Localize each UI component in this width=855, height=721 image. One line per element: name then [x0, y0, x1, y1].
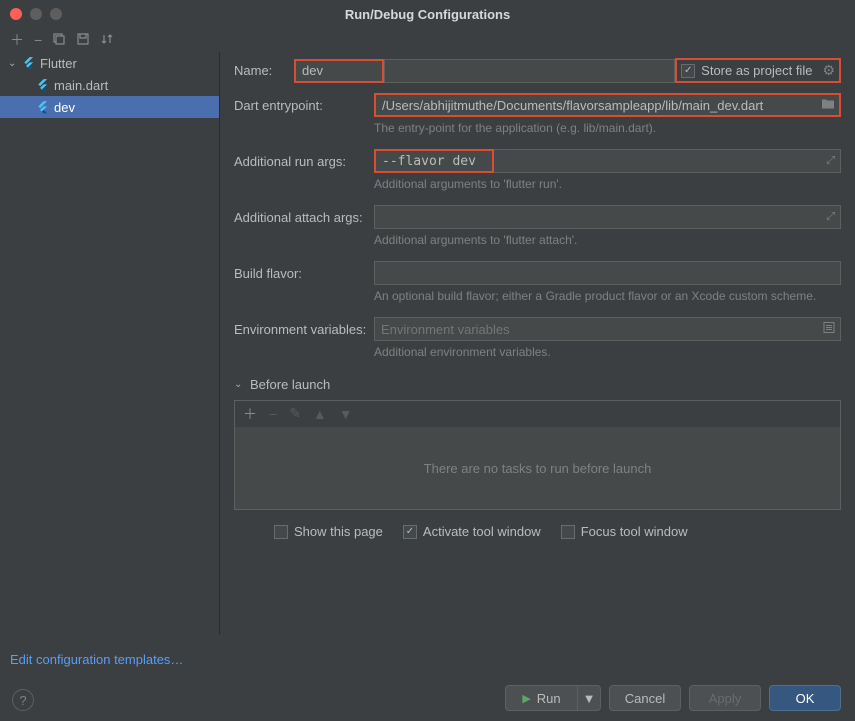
before-launch-empty: There are no tasks to run before launch — [235, 427, 840, 509]
name-input-ext[interactable] — [384, 59, 675, 83]
cancel-button[interactable]: Cancel — [609, 685, 681, 711]
tree-item-label: main.dart — [54, 78, 108, 93]
run-args-label: Additional run args: — [234, 154, 374, 169]
down-icon[interactable]: ▼ — [339, 406, 353, 422]
run-args-input[interactable] — [374, 149, 494, 173]
entrypoint-label: Dart entrypoint: — [234, 98, 374, 113]
save-icon[interactable] — [76, 32, 90, 49]
store-project-checkbox[interactable] — [681, 64, 695, 78]
env-label: Environment variables: — [234, 322, 374, 337]
focus-window-option[interactable]: Focus tool window — [561, 524, 688, 539]
config-form: Name: Store as project file ⚙ Dart entry… — [220, 52, 855, 635]
up-icon[interactable]: ▲ — [313, 406, 327, 422]
attach-args-hint: Additional arguments to 'flutter attach'… — [374, 233, 841, 247]
entrypoint-input[interactable] — [374, 93, 841, 117]
show-page-label: Show this page — [294, 524, 383, 539]
tree-root-label: Flutter — [40, 56, 77, 71]
chevron-down-icon: ⌄ — [234, 379, 244, 390]
chevron-down-icon: ⌄ — [8, 58, 18, 69]
config-toolbar: ＋ − — [0, 28, 855, 52]
show-page-option[interactable]: Show this page — [274, 524, 383, 539]
attach-args-input[interactable] — [374, 205, 841, 229]
build-flavor-hint: An optional build flavor; either a Gradl… — [374, 289, 841, 303]
run-dropdown[interactable]: ▼ — [577, 685, 601, 711]
config-tree: ⌄ Flutter main.dart dev — [0, 52, 220, 635]
activate-window-option[interactable]: Activate tool window — [403, 524, 541, 539]
flutter-icon — [22, 56, 36, 70]
ok-button[interactable]: OK — [769, 685, 841, 711]
show-page-checkbox[interactable] — [274, 525, 288, 539]
run-args-hint: Additional arguments to 'flutter run'. — [374, 177, 841, 191]
edit-icon[interactable]: ✎ — [289, 405, 301, 422]
flutter-icon — [36, 100, 50, 114]
remove-icon[interactable]: − — [34, 32, 42, 48]
name-input[interactable] — [294, 59, 384, 83]
copy-icon[interactable] — [52, 32, 66, 49]
store-project-label: Store as project file — [701, 63, 812, 78]
add-icon[interactable]: ＋ — [10, 30, 24, 50]
flutter-icon — [36, 78, 50, 92]
add-icon[interactable]: ＋ — [243, 404, 257, 424]
focus-window-checkbox[interactable] — [561, 525, 575, 539]
tree-item-main[interactable]: main.dart — [0, 74, 219, 96]
help-icon[interactable]: ? — [12, 689, 34, 711]
options-row: Show this page Activate tool window Focu… — [234, 524, 841, 539]
focus-window-label: Focus tool window — [581, 524, 688, 539]
before-launch-toolbar: ＋ − ✎ ▲ ▼ — [235, 401, 840, 427]
gear-icon[interactable]: ⚙ — [822, 62, 835, 79]
entrypoint-hint: The entry-point for the application (e.g… — [374, 121, 841, 135]
env-input[interactable] — [374, 317, 841, 341]
titlebar: Run/Debug Configurations — [0, 0, 855, 28]
remove-icon[interactable]: − — [269, 406, 277, 422]
before-launch-title: Before launch — [250, 377, 330, 392]
env-hint: Additional environment variables. — [374, 345, 841, 359]
run-button-group: ▶ Run ▼ — [505, 685, 601, 711]
tree-item-dev[interactable]: dev — [0, 96, 219, 118]
attach-args-label: Additional attach args: — [234, 210, 374, 225]
name-label: Name: — [234, 63, 294, 78]
apply-button[interactable]: Apply — [689, 685, 761, 711]
bottom-bar: ▶ Run ▼ Cancel Apply OK — [0, 675, 855, 721]
activate-window-checkbox[interactable] — [403, 525, 417, 539]
run-button-label: Run — [537, 691, 561, 706]
tree-root-flutter[interactable]: ⌄ Flutter — [0, 52, 219, 74]
before-launch-box: ＋ − ✎ ▲ ▼ There are no tasks to run befo… — [234, 400, 841, 510]
before-launch-header[interactable]: ⌄ Before launch — [234, 377, 841, 392]
run-args-input-ext[interactable] — [494, 149, 841, 173]
play-icon: ▶ — [522, 692, 530, 705]
edit-templates-link[interactable]: Edit configuration templates… — [10, 652, 183, 667]
build-flavor-input[interactable] — [374, 261, 841, 285]
window-title: Run/Debug Configurations — [0, 7, 855, 22]
build-flavor-label: Build flavor: — [234, 266, 374, 281]
tree-item-label: dev — [54, 100, 75, 115]
sort-icon[interactable] — [100, 32, 114, 49]
activate-window-label: Activate tool window — [423, 524, 541, 539]
run-button[interactable]: ▶ Run — [505, 685, 577, 711]
